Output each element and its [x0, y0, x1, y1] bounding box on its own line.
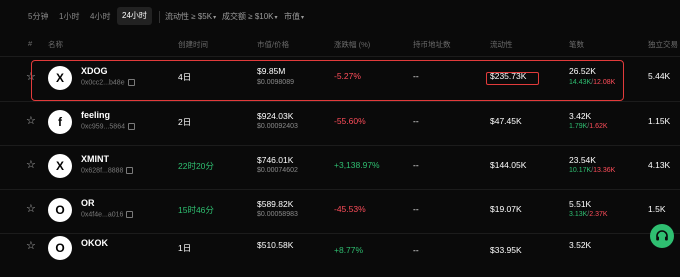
- mcap-filter-label: 市值: [284, 12, 300, 21]
- token-avatar: X: [48, 154, 72, 178]
- liquidity-value: $19.07K: [490, 204, 522, 214]
- token-name[interactable]: XMINT: [81, 154, 109, 164]
- col-liquidity[interactable]: 流动性: [490, 39, 513, 50]
- table-row[interactable]: ☆ O OR 0x4f4e...a016 15时46分 $589.82K $0.…: [0, 189, 680, 233]
- star-icon[interactable]: ☆: [26, 239, 36, 252]
- market-cap: $746.01K: [257, 155, 294, 165]
- timeframe-1h[interactable]: 1小时: [59, 11, 79, 22]
- token-age: 2日: [178, 117, 192, 127]
- token-age: 15时46分: [178, 205, 214, 215]
- token-price: $0.00058983: [257, 211, 298, 218]
- token-name[interactable]: OKOK: [81, 238, 108, 248]
- price-change: +8.77%: [334, 245, 364, 255]
- token-address-text: 0x4f4e...a016: [81, 211, 124, 219]
- highlight-box-liquidity: [486, 72, 539, 85]
- sell-count: 1.62K: [589, 123, 608, 130]
- liquidity-filter[interactable]: 流动性 ≥ $5K▾: [165, 11, 216, 22]
- buy-count: 10.17K: [569, 167, 592, 174]
- unique-traders: 1.15K: [648, 116, 671, 126]
- token-address-text: 0xc959...5864: [81, 123, 125, 131]
- liquidity-value: $33.95K: [490, 245, 522, 255]
- price-change: +3,138.97%: [334, 160, 380, 170]
- volume-filter[interactable]: 成交额 ≥ $10K▾: [222, 11, 278, 22]
- star-icon[interactable]: ☆: [26, 114, 36, 127]
- chevron-down-icon: ▾: [301, 15, 305, 21]
- mcap-filter[interactable]: 市值▾: [284, 11, 304, 22]
- buy-sell-split: 1.79K/1.62K: [569, 123, 608, 130]
- timeframe-5m[interactable]: 5分钟: [28, 11, 48, 22]
- col-mcap[interactable]: 市值/价格: [257, 39, 289, 50]
- token-age: 1日: [178, 243, 192, 253]
- sell-count: 13.36K: [593, 167, 616, 174]
- liquidity-value: $47.45K: [490, 116, 522, 126]
- col-name[interactable]: 名称: [48, 39, 63, 50]
- col-change[interactable]: 涨跌幅 (%): [334, 39, 370, 50]
- price-change: -55.60%: [334, 116, 366, 126]
- col-num[interactable]: #: [28, 39, 32, 48]
- buy-count: 3.13K: [569, 211, 588, 218]
- holder-count: --: [413, 116, 419, 126]
- txn-count: 5.51K: [569, 199, 592, 209]
- buy-count: 1.79K: [569, 123, 588, 130]
- liquidity-value: $144.05K: [490, 160, 527, 170]
- buy-sell-split: 10.17K/13.36K: [569, 167, 616, 174]
- headset-icon: [656, 230, 668, 241]
- token-price: $0.00092403: [257, 123, 298, 130]
- copy-icon[interactable]: [126, 211, 134, 218]
- volume-filter-label: 成交额 ≥ $10K: [222, 12, 274, 21]
- token-price: $0.00074602: [257, 167, 298, 174]
- chevron-down-icon: ▾: [213, 15, 217, 21]
- txn-count: 23.54K: [569, 155, 596, 165]
- holder-count: --: [413, 204, 419, 214]
- token-address-text: 0x628f...8888: [81, 167, 124, 175]
- toolbar-divider: [159, 11, 160, 23]
- unique-traders: 1.5K: [648, 204, 666, 214]
- chevron-down-icon: ▾: [274, 15, 278, 21]
- token-name[interactable]: OR: [81, 198, 95, 208]
- table-row[interactable]: ☆ f feeling 0xc959...5864 2日 $924.03K $0…: [0, 101, 680, 145]
- timeframe-4h[interactable]: 4小时: [90, 11, 110, 22]
- table-row[interactable]: ☆ X XMINT 0x628f...8888 22时20分 $746.01K …: [0, 145, 680, 189]
- buy-sell-split: 3.13K/2.37K: [569, 211, 608, 218]
- liquidity-filter-label: 流动性 ≥ $5K: [165, 12, 213, 21]
- sell-count: 2.37K: [589, 211, 608, 218]
- token-avatar: f: [48, 110, 72, 134]
- market-cap: $924.03K: [257, 111, 294, 121]
- timeframe-bar: 5分钟 1小时 4小时 24小时 流动性 ≥ $5K▾ 成交额 ≥ $10K▾ …: [0, 0, 680, 32]
- market-cap: $589.82K: [257, 199, 294, 209]
- star-icon[interactable]: ☆: [26, 202, 36, 215]
- price-change: -45.53%: [334, 204, 366, 214]
- token-address: 0x4f4e...a016: [81, 211, 134, 219]
- holder-count: --: [413, 245, 419, 255]
- col-txns[interactable]: 笔数: [569, 39, 584, 50]
- support-chat-button[interactable]: [650, 224, 674, 248]
- col-holders[interactable]: 持币地址数: [413, 39, 451, 50]
- col-created[interactable]: 创建时间: [178, 39, 208, 50]
- star-icon[interactable]: ☆: [26, 158, 36, 171]
- token-address: 0xc959...5864: [81, 123, 135, 130]
- copy-icon[interactable]: [127, 123, 135, 130]
- col-volume[interactable]: 独立交易: [648, 39, 678, 50]
- token-name[interactable]: feeling: [81, 110, 110, 120]
- holder-count: --: [413, 160, 419, 170]
- token-avatar: O: [48, 198, 72, 222]
- copy-icon[interactable]: [126, 167, 134, 174]
- txn-count: 3.52K: [569, 240, 592, 250]
- token-address: 0x628f...8888: [81, 167, 134, 175]
- token-age: 22时20分: [178, 161, 214, 171]
- unique-traders: 4.13K: [648, 160, 671, 170]
- market-cap: $510.58K: [257, 240, 294, 250]
- table-row[interactable]: ☆ O OKOK 1日 $510.58K +8.77% -- $33.95K 3…: [0, 233, 680, 277]
- timeframe-24h[interactable]: 24小时: [117, 7, 152, 25]
- txn-count: 3.42K: [569, 111, 592, 121]
- token-avatar: O: [48, 236, 72, 260]
- unique-traders: 5.44K: [648, 71, 671, 81]
- table-header: # 名称 创建时间 市值/价格 涨跌幅 (%) 持币地址数 流动性 笔数 独立交…: [0, 36, 680, 54]
